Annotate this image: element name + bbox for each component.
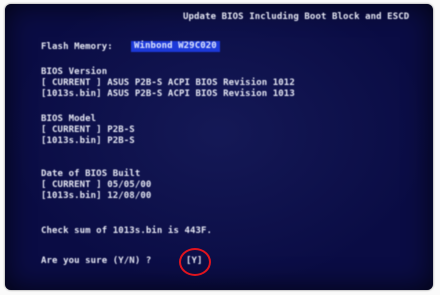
bios-model-current: [ CURRENT ] P2B-S: [41, 125, 135, 135]
bios-screen: Update BIOS Including Boot Block and ESC…: [5, 4, 433, 290]
screen-title: Update BIOS Including Boot Block and ESC…: [183, 12, 410, 22]
bios-text-area: Update BIOS Including Boot Block and ESC…: [5, 4, 433, 290]
bios-date-current: [ CURRENT ] 05/05/00: [41, 180, 152, 190]
bios-date-heading: Date of BIOS Built: [41, 169, 141, 179]
photo-frame: Update BIOS Including Boot Block and ESC…: [0, 0, 440, 295]
flash-memory-value: Winbond W29C020: [131, 41, 220, 52]
bios-version-heading: BIOS Version: [41, 67, 108, 77]
confirm-prompt: Are you sure (Y/N) ?: [41, 256, 152, 266]
bios-version-file: [1013s.bin] ASUS P2B-S ACPI BIOS Revisio…: [41, 89, 295, 99]
bios-model-file: [1013s.bin] P2B-S: [41, 136, 135, 146]
annotation-circle: [179, 248, 211, 276]
bios-date-file: [1013s.bin] 12/08/00: [41, 191, 152, 201]
checksum-text: Check sum of 1013s.bin is 443F.: [41, 226, 213, 236]
flash-memory-label: Flash Memory:: [41, 42, 113, 52]
bios-version-current: [ CURRENT ] ASUS P2B-S ACPI BIOS Revisio…: [41, 78, 295, 88]
bios-model-heading: BIOS Model: [41, 114, 97, 124]
